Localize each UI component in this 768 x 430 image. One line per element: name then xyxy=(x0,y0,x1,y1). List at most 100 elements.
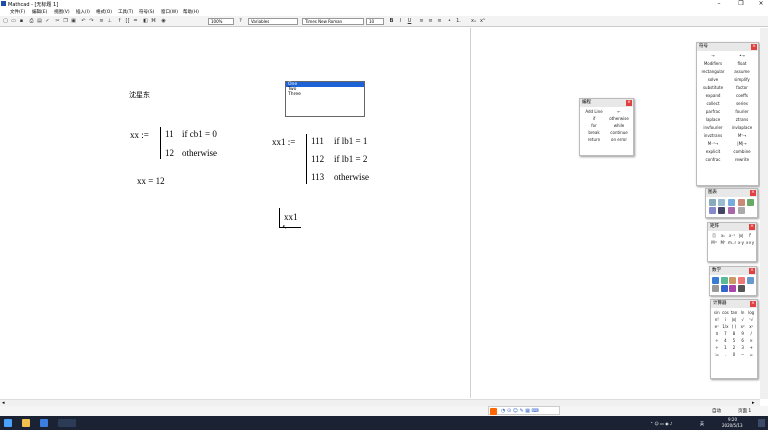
xx1-row2-cond[interactable]: if lb1 = 2 xyxy=(334,154,367,164)
subscript-icon[interactable]: xₙ xyxy=(719,233,727,239)
contour-plot-icon[interactable] xyxy=(737,199,745,206)
calculator-key[interactable]: log xyxy=(747,310,755,316)
mathcad-taskbar-icon[interactable] xyxy=(40,419,48,427)
matrix-palette[interactable]: 矩阵 × [] xₙ x⁻¹ |x| f⃗ M⁽⁾ Mᵀ m..n x·y x×y xyxy=(707,222,757,262)
numbering-icon[interactable]: 1. xyxy=(455,18,462,25)
calculus-toolbar-icon[interactable] xyxy=(746,277,754,284)
cross-product-icon[interactable]: x×y xyxy=(746,240,754,246)
calculator-toolbar-icon[interactable] xyxy=(712,277,720,284)
vertical-scrollbar[interactable] xyxy=(760,28,768,399)
return-button[interactable]: return xyxy=(582,137,606,143)
3d-bar-icon[interactable] xyxy=(747,199,755,206)
symbolic-keyword-button[interactable]: explicit xyxy=(699,149,727,155)
xx-row2-value[interactable]: 12 xyxy=(165,148,174,158)
undo-icon[interactable]: ↶ xyxy=(80,18,87,25)
calculator-key[interactable]: n! xyxy=(713,317,721,323)
symbolic-keyword-button[interactable]: parfrac xyxy=(699,109,727,115)
surface-plot-icon[interactable] xyxy=(727,199,735,206)
file-explorer-icon[interactable] xyxy=(22,419,30,427)
calculator-key[interactable]: / xyxy=(747,331,755,337)
calculator-key[interactable]: = xyxy=(747,352,755,358)
new-icon[interactable]: ▢ xyxy=(2,18,9,25)
print-icon[interactable]: ⎙ xyxy=(28,18,35,25)
polar-plot-icon[interactable] xyxy=(718,199,726,206)
vector-field-icon[interactable] xyxy=(718,207,726,214)
symbolic-keyword-button[interactable]: substitute xyxy=(699,85,727,91)
range-icon[interactable]: m..n xyxy=(728,240,736,246)
calculator-key[interactable]: ⁿ√ xyxy=(747,317,755,323)
symbolic-keyword-button[interactable]: fourier xyxy=(728,109,756,115)
symbolic-keyword-button[interactable]: coeffs xyxy=(728,93,756,99)
copy-icon[interactable]: ❐ xyxy=(62,18,69,25)
xx-row2-cond[interactable]: otherwise xyxy=(182,148,217,158)
while-button[interactable]: while xyxy=(607,123,631,129)
for-button[interactable]: for xyxy=(582,123,606,129)
underline-button[interactable]: U xyxy=(406,18,413,25)
symbolic-toolbar-icon[interactable] xyxy=(738,285,746,292)
symbolic-keyword-button[interactable]: M⁻¹→ xyxy=(699,141,727,147)
symbolic-keyword-button[interactable]: float xyxy=(728,61,756,67)
bold-button[interactable]: B xyxy=(388,18,395,25)
align-icon[interactable]: ≡ xyxy=(98,18,105,25)
determinant-icon[interactable]: |x| xyxy=(737,233,745,239)
menu-insert[interactable]: 插入(I) xyxy=(76,9,90,15)
programming-toolbar-icon[interactable] xyxy=(720,285,728,292)
align-left-icon[interactable]: ≡ xyxy=(418,18,425,25)
symbolic-keyword-button[interactable]: combine xyxy=(728,149,756,155)
preview-icon[interactable]: ▤ xyxy=(36,18,43,25)
calculator-key[interactable]: 2 xyxy=(730,345,738,351)
add-line-button[interactable]: Add Line xyxy=(582,109,606,115)
xx-def-name[interactable]: xx := xyxy=(130,130,149,140)
size-select[interactable]: 10 xyxy=(366,18,384,25)
calculator-key[interactable]: x² xyxy=(739,324,747,330)
calculator-key[interactable]: × xyxy=(747,338,755,344)
calculator-key[interactable]: i xyxy=(722,317,730,323)
plot-wizard-icon[interactable] xyxy=(727,207,735,214)
horizontal-scrollbar[interactable]: ◂ ▸ xyxy=(0,399,760,406)
spell-icon[interactable]: ✓ xyxy=(44,18,51,25)
vectorize-icon[interactable]: f⃗ xyxy=(746,233,754,239)
boolean-toolbar-icon[interactable] xyxy=(712,285,720,292)
symbolic-keyword-button[interactable]: confrac xyxy=(699,157,727,163)
programming-palette[interactable]: 编程 × Add Line ← if otherwise for while br… xyxy=(579,98,634,156)
calculator-key[interactable]: 1/x xyxy=(722,324,730,330)
otherwise-button[interactable]: otherwise xyxy=(607,116,631,122)
taskbar-app-icon[interactable] xyxy=(58,419,76,427)
close-icon[interactable]: × xyxy=(750,301,756,307)
calculator-key[interactable]: π xyxy=(713,331,721,337)
calculator-key[interactable]: ( ) xyxy=(730,324,738,330)
column-icon[interactable]: M⁽⁾ xyxy=(710,240,718,246)
tray-icons[interactable]: ⌃ ☺ ▭ ◉ ♪ xyxy=(650,421,672,426)
xx-row1-value[interactable]: 11 xyxy=(165,129,174,139)
symbolic-keyword-button[interactable]: collect xyxy=(699,101,727,107)
sogou-ime-icon[interactable] xyxy=(490,408,497,415)
maximize-button[interactable]: ❐ xyxy=(734,0,748,8)
menu-file[interactable]: 文件(F) xyxy=(10,9,25,15)
calculator-key[interactable]: 9 xyxy=(739,331,747,337)
close-icon[interactable]: × xyxy=(749,268,755,274)
calculator-key[interactable]: 0 xyxy=(730,352,738,358)
xx1-input[interactable]: xx1 xyxy=(284,212,298,222)
xx1-row3-cond[interactable]: otherwise xyxy=(334,172,369,182)
minimize-button[interactable]: – xyxy=(712,0,726,8)
menu-window[interactable]: 窗口(W) xyxy=(161,9,178,15)
symbolic-keyword-button[interactable]: assume xyxy=(728,69,756,75)
symbolic-keyword-button[interactable]: Modifiers xyxy=(699,61,727,67)
calculator-key[interactable]: 8 xyxy=(730,331,738,337)
calculator-key[interactable]: 6 xyxy=(739,338,747,344)
symbolic-keyword-button[interactable]: Mᵀ→ xyxy=(728,133,756,139)
symbolic-keyword-button[interactable]: series xyxy=(728,101,756,107)
calculator-key[interactable]: := xyxy=(713,352,721,358)
xx1-row2-value[interactable]: 112 xyxy=(311,154,324,164)
superscript-icon[interactable]: x¹ xyxy=(479,18,486,25)
calculator-key[interactable]: tan xyxy=(730,310,738,316)
listbox-control[interactable]: One Two Three xyxy=(285,81,365,117)
symbolic-keyword-button[interactable]: laplace xyxy=(699,117,727,123)
dot-product-icon[interactable]: x·y xyxy=(737,240,745,246)
symbolic-keyword-button[interactable]: expand xyxy=(699,93,727,99)
menu-help[interactable]: 帮助(H) xyxy=(183,9,199,15)
align-center-icon[interactable]: ≡ xyxy=(427,18,434,25)
evaluation-toolbar-icon[interactable] xyxy=(738,277,746,284)
symbolic-keyword-button[interactable]: rewrite xyxy=(728,157,756,163)
listbox-item[interactable]: Three xyxy=(286,92,364,97)
